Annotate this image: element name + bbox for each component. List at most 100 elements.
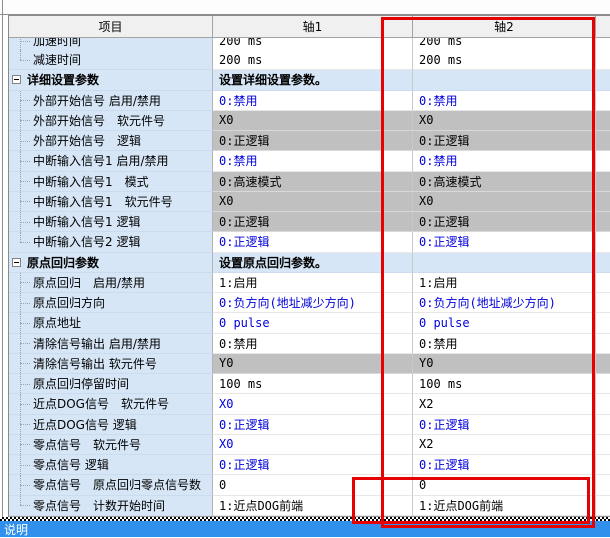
param-value-cell-axis1[interactable]: 200 ms	[213, 50, 413, 70]
param-label-cell[interactable]: 中断输入信号1 软元件号	[9, 192, 213, 212]
table-row[interactable]: 近点DOG信号 软元件号X0X2	[9, 394, 610, 414]
param-label-cell[interactable]: 减速时间	[9, 50, 213, 70]
param-value-cell-axis2[interactable]: Y0	[413, 354, 596, 374]
table-row[interactable]: 清除信号输出 启用/禁用0:禁用0:禁用	[9, 334, 610, 354]
table-row[interactable]: 原点回归停留时间100 ms100 ms	[9, 374, 610, 394]
param-value-cell-axis1[interactable]: 100 ms	[213, 374, 413, 394]
collapse-minus-icon[interactable]	[12, 75, 21, 84]
param-value-cell-axis2[interactable]: 0:禁用	[413, 151, 596, 171]
table-row[interactable]: 原点地址0 pulse0 pulse	[9, 313, 610, 333]
param-value-cell-axis1[interactable]: 0 pulse	[213, 313, 413, 333]
param-value-cell-axis2[interactable]: 200 ms	[413, 50, 596, 70]
param-label-cell[interactable]: 清除信号输出 启用/禁用	[9, 334, 213, 354]
param-value-cell-axis2[interactable]: 1:近点DOG前端	[413, 496, 596, 516]
table-row[interactable]: 中断输入信号1 软元件号X0X0	[9, 192, 610, 212]
param-label-cell[interactable]: 原点回归停留时间	[9, 374, 213, 394]
table-row[interactable]: 外部开始信号 启用/禁用0:禁用0:禁用	[9, 91, 610, 111]
param-value-cell-axis2[interactable]: 1:启用	[413, 273, 596, 293]
table-row[interactable]: 外部开始信号 逻辑0:正逻辑0:正逻辑	[9, 131, 610, 151]
param-value-cell-axis1[interactable]: 0:正逻辑	[213, 415, 413, 435]
param-value-cell-axis2[interactable]: 0	[413, 475, 596, 495]
param-label-cell[interactable]: 原点回归 启用/禁用	[9, 273, 213, 293]
filler-cell	[596, 38, 610, 50]
param-label-cell[interactable]: 中断输入信号1 逻辑	[9, 212, 213, 232]
param-value-cell-axis2[interactable]: 0 pulse	[413, 313, 596, 333]
param-label-cell[interactable]: 原点地址	[9, 313, 213, 333]
table-row[interactable]: 减速时间200 ms200 ms	[9, 50, 610, 70]
param-label-cell[interactable]: 详细设置参数	[9, 70, 213, 90]
param-value-cell-axis2[interactable]	[413, 253, 596, 273]
param-value-cell-axis2[interactable]: 100 ms	[413, 374, 596, 394]
param-value-cell-axis1[interactable]: 0:禁用	[213, 334, 413, 354]
param-value-cell-axis2[interactable]: 0:正逻辑	[413, 131, 596, 151]
param-value-cell-axis2[interactable]: 0:负方向(地址减少方向)	[413, 293, 596, 313]
table-row[interactable]: 中断输入信号1 启用/禁用0:禁用0:禁用	[9, 151, 610, 171]
param-value-cell-axis2[interactable]: 0:正逻辑	[413, 232, 596, 252]
table-row[interactable]: 详细设置参数设置详细设置参数。	[9, 70, 610, 90]
param-label-cell[interactable]: 中断输入信号1 启用/禁用	[9, 151, 213, 171]
param-label-cell[interactable]: 零点信号 逻辑	[9, 455, 213, 475]
param-value-cell-axis2[interactable]: 0:正逻辑	[413, 415, 596, 435]
param-label-cell[interactable]: 原点回归参数	[9, 253, 213, 273]
param-value-cell-axis1[interactable]: 200 ms	[213, 38, 413, 50]
param-label-cell[interactable]: 原点回归方向	[9, 293, 213, 313]
param-value-cell-axis2[interactable]	[413, 70, 596, 90]
param-value-cell-axis1[interactable]: 0	[213, 475, 413, 495]
table-row[interactable]: 零点信号 原点回归零点信号数00	[9, 475, 610, 495]
collapse-minus-icon[interactable]	[12, 258, 21, 267]
param-value-cell-axis1[interactable]: 0:高速模式	[213, 172, 413, 192]
param-value-cell-axis2[interactable]: X0	[413, 111, 596, 131]
param-value-cell-axis2[interactable]: 0:正逻辑	[413, 212, 596, 232]
table-row[interactable]: 零点信号 逻辑0:正逻辑0:正逻辑	[9, 455, 610, 475]
param-value-cell-axis1[interactable]: 0:禁用	[213, 151, 413, 171]
table-row[interactable]: 外部开始信号 软元件号X0X0	[9, 111, 610, 131]
param-value-cell-axis2[interactable]: X2	[413, 394, 596, 414]
param-value-cell-axis2[interactable]: X0	[413, 192, 596, 212]
section-description-cell[interactable]: 设置详细设置参数。	[213, 70, 413, 90]
param-label-cell[interactable]: 近点DOG信号 逻辑	[9, 415, 213, 435]
param-value-cell-axis1[interactable]: 1:近点DOG前端	[213, 496, 413, 516]
table-row[interactable]: 零点信号 计数开始时间1:近点DOG前端1:近点DOG前端	[9, 496, 610, 516]
param-value-cell-axis1[interactable]: X0	[213, 435, 413, 455]
section-description-cell[interactable]: 设置原点回归参数。	[213, 253, 413, 273]
param-label-cell[interactable]: 零点信号 计数开始时间	[9, 496, 213, 516]
param-value-cell-axis1[interactable]: Y0	[213, 354, 413, 374]
param-value-cell-axis2[interactable]: X2	[413, 435, 596, 455]
param-value-cell-axis2[interactable]: 200 ms	[413, 38, 596, 50]
table-row[interactable]: 中断输入信号2 逻辑0:正逻辑0:正逻辑	[9, 232, 610, 252]
param-label-cell[interactable]: 外部开始信号 逻辑	[9, 131, 213, 151]
table-row[interactable]: 零点信号 软元件号X0X2	[9, 435, 610, 455]
table-row[interactable]: 清除信号输出 软元件号Y0Y0	[9, 354, 610, 374]
param-value-cell-axis1[interactable]: 0:负方向(地址减少方向)	[213, 293, 413, 313]
param-value-cell-axis1[interactable]: 1:启用	[213, 273, 413, 293]
param-value-cell-axis1[interactable]: 0:正逻辑	[213, 212, 413, 232]
param-value-cell-axis1[interactable]: X0	[213, 111, 413, 131]
param-value-cell-axis1[interactable]: 0:正逻辑	[213, 455, 413, 475]
param-label-cell[interactable]: 中断输入信号2 逻辑	[9, 232, 213, 252]
param-label-cell[interactable]: 外部开始信号 软元件号	[9, 111, 213, 131]
param-value-cell-axis1[interactable]: 0:正逻辑	[213, 131, 413, 151]
table-row[interactable]: 近点DOG信号 逻辑0:正逻辑0:正逻辑	[9, 415, 610, 435]
param-value-cell-axis1[interactable]: X0	[213, 192, 413, 212]
table-row[interactable]: 原点回归参数设置原点回归参数。	[9, 253, 610, 273]
param-value-cell-axis2[interactable]: 0:禁用	[413, 334, 596, 354]
param-label-cell[interactable]: 零点信号 软元件号	[9, 435, 213, 455]
param-value-cell-axis2[interactable]: 0:高速模式	[413, 172, 596, 192]
table-row[interactable]: 原点回归 启用/禁用1:启用1:启用	[9, 273, 610, 293]
param-label-cell[interactable]: 中断输入信号1 模式	[9, 172, 213, 192]
table-row[interactable]: 中断输入信号1 模式0:高速模式0:高速模式	[9, 172, 610, 192]
table-row[interactable]: 加速时间200 ms200 ms	[9, 38, 610, 50]
param-label-cell[interactable]: 加速时间	[9, 38, 213, 50]
param-value-cell-axis2[interactable]: 0:正逻辑	[413, 455, 596, 475]
column-header-filler	[596, 16, 610, 38]
param-value-cell-axis1[interactable]: X0	[213, 394, 413, 414]
table-row[interactable]: 中断输入信号1 逻辑0:正逻辑0:正逻辑	[9, 212, 610, 232]
param-value-cell-axis2[interactable]: 0:禁用	[413, 91, 596, 111]
param-label-cell[interactable]: 清除信号输出 软元件号	[9, 354, 213, 374]
table-row[interactable]: 原点回归方向0:负方向(地址减少方向)0:负方向(地址减少方向)	[9, 293, 610, 313]
param-value-cell-axis1[interactable]: 0:禁用	[213, 91, 413, 111]
param-label-cell[interactable]: 外部开始信号 启用/禁用	[9, 91, 213, 111]
param-label-cell[interactable]: 零点信号 原点回归零点信号数	[9, 475, 213, 495]
param-value-cell-axis1[interactable]: 0:正逻辑	[213, 232, 413, 252]
param-label-cell[interactable]: 近点DOG信号 软元件号	[9, 394, 213, 414]
